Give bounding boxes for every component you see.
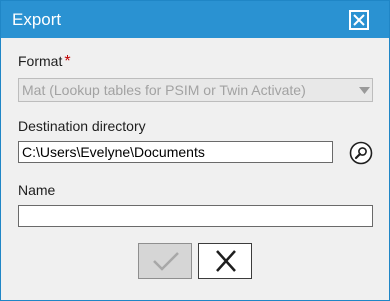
format-select-value: Mat (Lookup tables for PSIM or Twin Acti… (22, 82, 306, 98)
name-label: Name (18, 182, 56, 198)
format-label-text: Format (18, 53, 63, 69)
close-button[interactable] (349, 10, 369, 30)
destination-label: Destination directory (18, 118, 146, 134)
cancel-x-icon (216, 250, 236, 272)
browse-button[interactable] (349, 141, 373, 165)
title-bar: Export (1, 1, 389, 38)
search-icon (349, 141, 373, 165)
format-label: Format * (18, 53, 71, 71)
close-icon (353, 14, 365, 26)
export-dialog: Export Format * Mat (Lookup tables for PS… (0, 0, 390, 301)
destination-directory-input[interactable] (18, 141, 333, 163)
cancel-button[interactable] (198, 243, 252, 279)
dialog-title: Export (12, 10, 62, 29)
required-marker: * (64, 53, 71, 70)
format-select[interactable]: Mat (Lookup tables for PSIM or Twin Acti… (18, 78, 373, 102)
name-input[interactable] (18, 205, 373, 227)
chevron-down-icon (359, 87, 370, 94)
ok-button[interactable] (138, 243, 192, 279)
checkmark-icon (153, 252, 179, 271)
